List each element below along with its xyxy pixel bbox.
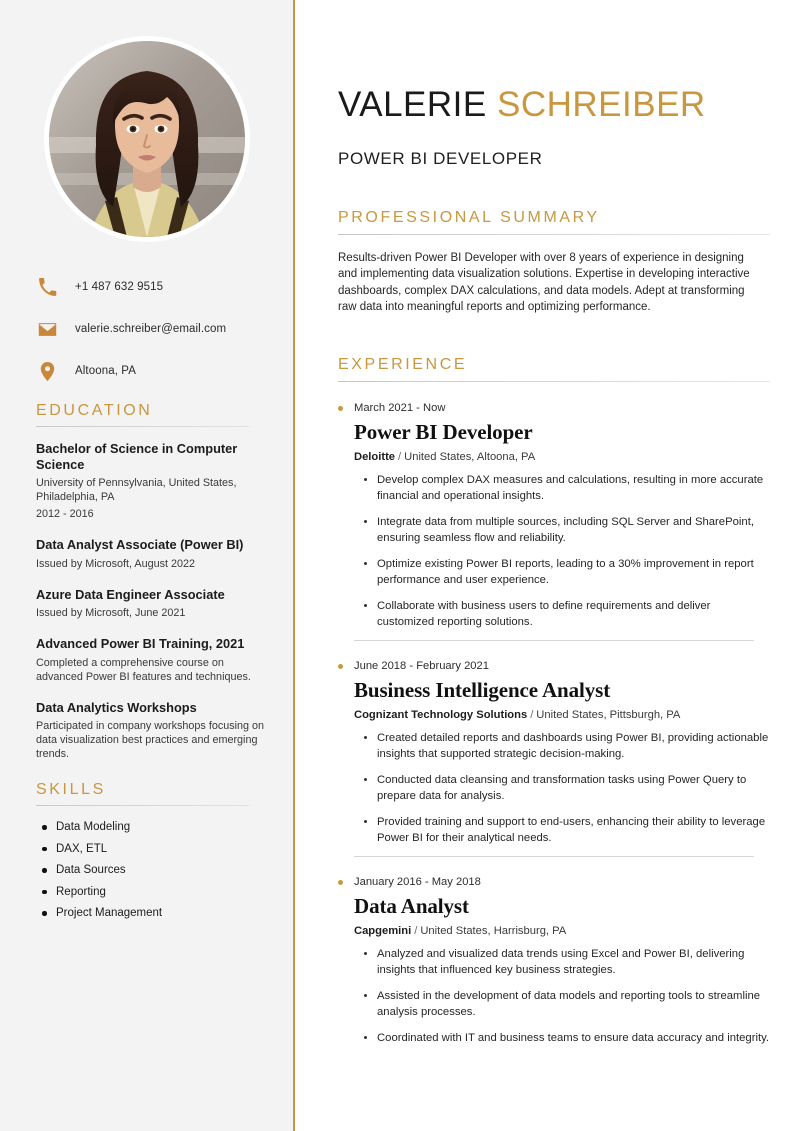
education-item: Advanced Power BI Training, 2021 Complet… bbox=[36, 636, 271, 684]
list-item: Data Sources bbox=[36, 863, 271, 877]
contact-email[interactable]: valerie.schreiber@email.com bbox=[36, 318, 271, 340]
experience-section: EXPERIENCE March 2021 - Now Power BI Dev… bbox=[338, 356, 770, 1046]
education-item: Bachelor of Science in Computer Science … bbox=[36, 441, 271, 521]
phone-icon bbox=[36, 276, 58, 298]
education-subtitle: University of Pennsylvania, United State… bbox=[36, 477, 237, 503]
list-item: DAX, ETL bbox=[36, 842, 271, 856]
education-date: 2012 - 2016 bbox=[36, 508, 94, 520]
education-item: Data Analyst Associate (Power BI) Issued… bbox=[36, 537, 271, 571]
skills-section: SKILLS Data Modeling DAX, ETL Data Sourc… bbox=[36, 781, 271, 920]
experience-company-line: Deloitte / United States, Altoona, PA bbox=[354, 450, 770, 465]
experience-separator bbox=[354, 639, 754, 641]
experience-item: June 2018 - February 2021 Business Intel… bbox=[338, 655, 770, 846]
experience-title: Business Intelligence Analyst bbox=[354, 677, 611, 702]
education-subtitle: Completed a comprehensive course on adva… bbox=[36, 656, 251, 683]
experience-bullets: Develop complex DAX measures and calcula… bbox=[354, 472, 770, 630]
contact-location[interactable]: Altoona, PA bbox=[36, 360, 271, 382]
page-title: VALERIE SCHREIBER bbox=[338, 85, 770, 125]
location-pin-icon bbox=[36, 360, 58, 382]
education-subtitle: Issued by Microsoft, June 2021 bbox=[36, 607, 186, 619]
experience-item: January 2016 - May 2018 Data Analyst Cap… bbox=[338, 871, 770, 1046]
education-heading: EDUCATION bbox=[36, 402, 153, 419]
experience-date: January 2016 - May 2018 bbox=[338, 875, 770, 889]
avatar bbox=[44, 36, 250, 242]
experience-bullets: Analyzed and visualized data trends usin… bbox=[354, 946, 770, 1046]
email-icon bbox=[36, 318, 58, 340]
resume-document: +1 487 632 9515 valerie.schreiber@email.… bbox=[0, 0, 800, 1131]
experience-heading: EXPERIENCE bbox=[338, 355, 468, 373]
company-location: United States, Altoona, PA bbox=[404, 450, 536, 463]
education-item: Azure Data Engineer Associate Issued by … bbox=[36, 587, 271, 621]
education-title: Data Analytics Workshops bbox=[36, 699, 197, 715]
phone-value: +1 487 632 9515 bbox=[75, 281, 164, 293]
education-divider bbox=[36, 426, 249, 427]
list-item: Collaborate with business users to defin… bbox=[354, 598, 770, 630]
list-item: Provided training and support to end-use… bbox=[354, 814, 770, 846]
list-item: Develop complex DAX measures and calcula… bbox=[354, 472, 770, 504]
contact-phone[interactable]: +1 487 632 9515 bbox=[36, 276, 271, 298]
experience-date: March 2021 - Now bbox=[338, 401, 770, 415]
first-name: VALERIE bbox=[338, 85, 487, 125]
skills-divider bbox=[36, 805, 249, 806]
separator: / bbox=[530, 708, 534, 721]
list-item: Conducted data cleansing and transformat… bbox=[354, 772, 770, 804]
education-title: Data Analyst Associate (Power BI) bbox=[36, 537, 244, 552]
experience-separator bbox=[354, 855, 754, 857]
education-title: Advanced Power BI Training, 2021 bbox=[36, 636, 245, 651]
experience-company-line: Cognizant Technology Solutions / United St… bbox=[354, 708, 770, 723]
list-item: Created detailed reports and dashboards … bbox=[354, 730, 770, 762]
main-content: VALERIE SCHREIBER POWER BI DEVELOPER PRO… bbox=[295, 0, 800, 1131]
experience-date: June 2018 - February 2021 bbox=[338, 659, 770, 673]
education-subtitle: Participated in company workshops focusi… bbox=[36, 720, 265, 760]
experience-bullets: Created detailed reports and dashboards … bbox=[354, 730, 770, 846]
skills-list: Data Modeling DAX, ETL Data Sources Repo… bbox=[36, 820, 271, 920]
summary-text: Results-driven Power BI Developer with o… bbox=[338, 251, 750, 314]
list-item: Analyzed and visualized data trends usin… bbox=[354, 946, 770, 978]
separator: / bbox=[398, 450, 402, 463]
summary-divider bbox=[338, 233, 770, 235]
company-name: Capgemini bbox=[354, 924, 412, 937]
experience-title: Power BI Developer bbox=[354, 419, 533, 444]
contact-info: +1 487 632 9515 valerie.schreiber@email.… bbox=[36, 276, 271, 382]
last-name: SCHREIBER bbox=[496, 85, 706, 125]
profile-photo bbox=[49, 41, 245, 237]
education-item: Data Analytics Workshops Participated in… bbox=[36, 700, 271, 762]
summary-section: PROFESSIONAL SUMMARY Results-driven Powe… bbox=[338, 209, 770, 316]
sidebar: +1 487 632 9515 valerie.schreiber@email.… bbox=[0, 0, 295, 1131]
experience-item: March 2021 - Now Power BI Developer Delo… bbox=[338, 397, 770, 630]
experience-title: Data Analyst bbox=[354, 893, 469, 918]
summary-heading: PROFESSIONAL SUMMARY bbox=[338, 208, 600, 226]
education-subtitle: Issued by Microsoft, August 2022 bbox=[36, 557, 196, 570]
company-name: Cognizant Technology Solutions bbox=[354, 708, 528, 721]
education-title: Bachelor of Science in Computer Science bbox=[36, 441, 238, 472]
company-location: United States, Pittsburgh, PA bbox=[536, 708, 681, 721]
job-role: POWER BI DEVELOPER bbox=[338, 148, 543, 168]
list-item: Data Modeling bbox=[36, 820, 271, 834]
skills-heading: SKILLS bbox=[36, 781, 106, 798]
list-item: Optimize existing Power BI reports, lead… bbox=[354, 556, 770, 588]
separator: / bbox=[414, 924, 418, 937]
email-value: valerie.schreiber@email.com bbox=[75, 323, 227, 335]
list-item: Project Management bbox=[36, 906, 271, 920]
list-item: Coordinated with IT and business teams t… bbox=[354, 1030, 770, 1046]
location-value: Altoona, PA bbox=[75, 365, 136, 377]
education-section: EDUCATION Bachelor of Science in Compute… bbox=[36, 402, 271, 761]
experience-divider bbox=[338, 380, 770, 382]
experience-company-line: Capgemini / United States, Harrisburg, PA bbox=[354, 924, 770, 939]
list-item: Reporting bbox=[36, 885, 271, 899]
list-item: Assisted in the development of data mode… bbox=[354, 988, 770, 1020]
company-location: United States, Harrisburg, PA bbox=[420, 924, 567, 937]
list-item: Integrate data from multiple sources, in… bbox=[354, 514, 770, 546]
education-title: Azure Data Engineer Associate bbox=[36, 586, 225, 602]
company-name: Deloitte bbox=[354, 450, 396, 463]
